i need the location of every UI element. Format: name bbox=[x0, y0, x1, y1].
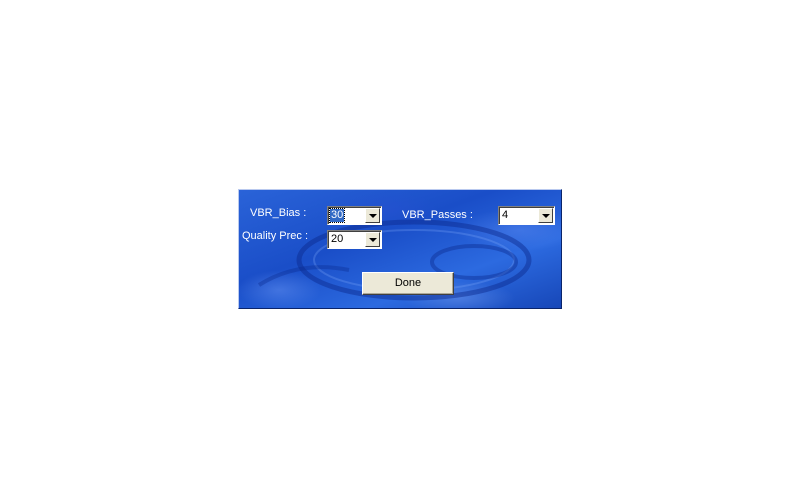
vbr-passes-dropdown[interactable]: 4 bbox=[498, 206, 555, 225]
vbr-bias-label: VBR_Bias : bbox=[250, 207, 307, 219]
settings-dialog: VBR_Bias : 30 VBR_Passes : 4 Quality Pre… bbox=[238, 189, 562, 309]
chevron-down-icon[interactable] bbox=[365, 232, 380, 247]
chevron-down-icon[interactable] bbox=[538, 208, 553, 223]
vbr-passes-label: VBR_Passes : bbox=[402, 209, 473, 221]
quality-prec-value: 20 bbox=[331, 233, 344, 245]
chevron-down-icon[interactable] bbox=[365, 208, 380, 223]
done-button[interactable]: Done bbox=[362, 272, 454, 295]
quality-prec-dropdown[interactable]: 20 bbox=[327, 230, 382, 249]
vbr-bias-value: 30 bbox=[328, 208, 346, 223]
quality-prec-label: Quality Prec : bbox=[242, 230, 309, 242]
vbr-passes-value: 4 bbox=[502, 209, 509, 221]
vbr-bias-dropdown[interactable]: 30 bbox=[327, 206, 382, 225]
